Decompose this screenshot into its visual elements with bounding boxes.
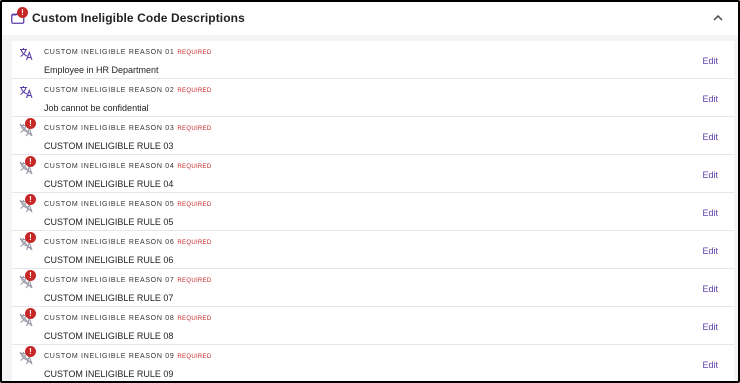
required-tag: REQUIRED — [177, 278, 212, 284]
reason-label-text: CUSTOM INELIGIBLE REASON 01 — [44, 49, 175, 56]
reason-label: CUSTOM INELIGIBLE REASON 01 REQUIRED — [44, 49, 212, 56]
panel-header[interactable]: ! Custom Ineligible Code Descriptions — [2, 2, 738, 35]
reason-value: CUSTOM INELIGIBLE RULE 07 — [44, 293, 174, 303]
edit-button[interactable]: Edit — [702, 94, 718, 104]
list-item-reason-02: CUSTOM INELIGIBLE REASON 02 REQUIRED Job … — [12, 79, 734, 117]
edit-button[interactable]: Edit — [702, 322, 718, 332]
list-item-reason-03: ! CUSTOM INELIGIBLE REASON 03 REQUIRED CU… — [12, 117, 734, 155]
required-tag: REQUIRED — [177, 88, 212, 94]
reason-label: CUSTOM INELIGIBLE REASON 04 REQUIRED — [44, 163, 212, 170]
reason-label-text: CUSTOM INELIGIBLE REASON 06 — [44, 239, 175, 246]
required-tag: REQUIRED — [177, 164, 212, 170]
translate-icon — [20, 48, 33, 61]
reason-value: Employee in HR Department — [44, 65, 159, 75]
list-item-reason-06: ! CUSTOM INELIGIBLE REASON 06 REQUIRED CU… — [12, 231, 734, 269]
error-badge: ! — [25, 118, 36, 129]
panel-title: Custom Ineligible Code Descriptions — [32, 11, 245, 25]
reason-value: CUSTOM INELIGIBLE RULE 09 — [44, 369, 174, 379]
edit-button[interactable]: Edit — [702, 170, 718, 180]
list-item-reason-05: ! CUSTOM INELIGIBLE REASON 05 REQUIRED CU… — [12, 193, 734, 231]
error-badge: ! — [25, 156, 36, 167]
reason-label-text: CUSTOM INELIGIBLE REASON 04 — [44, 163, 175, 170]
required-tag: REQUIRED — [177, 354, 212, 360]
reason-value: CUSTOM INELIGIBLE RULE 06 — [44, 255, 174, 265]
reason-label: CUSTOM INELIGIBLE REASON 08 REQUIRED — [44, 315, 212, 322]
error-badge: ! — [25, 194, 36, 205]
edit-button[interactable]: Edit — [702, 132, 718, 142]
chevron-up-icon[interactable] — [710, 10, 726, 26]
required-tag: REQUIRED — [177, 50, 212, 56]
reason-label-text: CUSTOM INELIGIBLE REASON 07 — [44, 277, 175, 284]
list-item-reason-08: ! CUSTOM INELIGIBLE REASON 08 REQUIRED CU… — [12, 307, 734, 345]
required-tag: REQUIRED — [177, 240, 212, 246]
reason-label-text: CUSTOM INELIGIBLE REASON 08 — [44, 315, 175, 322]
reason-label: CUSTOM INELIGIBLE REASON 02 REQUIRED — [44, 87, 212, 94]
edit-button[interactable]: Edit — [702, 284, 718, 294]
reason-value: CUSTOM INELIGIBLE RULE 08 — [44, 331, 174, 341]
error-badge: ! — [17, 7, 28, 18]
edit-button[interactable]: Edit — [702, 208, 718, 218]
required-tag: REQUIRED — [177, 316, 212, 322]
reason-label: CUSTOM INELIGIBLE REASON 05 REQUIRED — [44, 201, 212, 208]
edit-button[interactable]: Edit — [702, 246, 718, 256]
reason-value: CUSTOM INELIGIBLE RULE 04 — [44, 179, 174, 189]
edit-button[interactable]: Edit — [702, 56, 718, 66]
required-tag: REQUIRED — [177, 202, 212, 208]
list-item-reason-01: CUSTOM INELIGIBLE REASON 01 REQUIRED Empl… — [12, 41, 734, 79]
edit-button[interactable]: Edit — [702, 360, 718, 370]
reason-label-text: CUSTOM INELIGIBLE REASON 09 — [44, 353, 175, 360]
reason-label-text: CUSTOM INELIGIBLE REASON 05 — [44, 201, 175, 208]
list-item-reason-09: ! CUSTOM INELIGIBLE REASON 09 REQUIRED CU… — [12, 345, 734, 381]
error-badge: ! — [25, 346, 36, 357]
reason-value: CUSTOM INELIGIBLE RULE 03 — [44, 141, 174, 151]
reason-value: Job cannot be confidential — [44, 103, 149, 113]
translate-icon — [20, 86, 33, 99]
reason-label-text: CUSTOM INELIGIBLE REASON 02 — [44, 87, 175, 94]
error-badge: ! — [25, 270, 36, 281]
reason-label: CUSTOM INELIGIBLE REASON 06 REQUIRED — [44, 239, 212, 246]
reason-value: CUSTOM INELIGIBLE RULE 05 — [44, 217, 174, 227]
required-tag: REQUIRED — [177, 126, 212, 132]
reason-label: CUSTOM INELIGIBLE REASON 07 REQUIRED — [44, 277, 212, 284]
error-badge: ! — [25, 308, 36, 319]
error-badge: ! — [25, 232, 36, 243]
list-item-reason-04: ! CUSTOM INELIGIBLE REASON 04 REQUIRED CU… — [12, 155, 734, 193]
reason-list: CUSTOM INELIGIBLE REASON 01 REQUIRED Empl… — [12, 41, 734, 381]
list-item-reason-07: ! CUSTOM INELIGIBLE REASON 07 REQUIRED CU… — [12, 269, 734, 307]
reason-label: CUSTOM INELIGIBLE REASON 03 REQUIRED — [44, 125, 212, 132]
reason-label: CUSTOM INELIGIBLE REASON 09 REQUIRED — [44, 353, 212, 360]
panel: ! Custom Ineligible Code Descriptions CU… — [0, 0, 740, 383]
reason-label-text: CUSTOM INELIGIBLE REASON 03 — [44, 125, 175, 132]
